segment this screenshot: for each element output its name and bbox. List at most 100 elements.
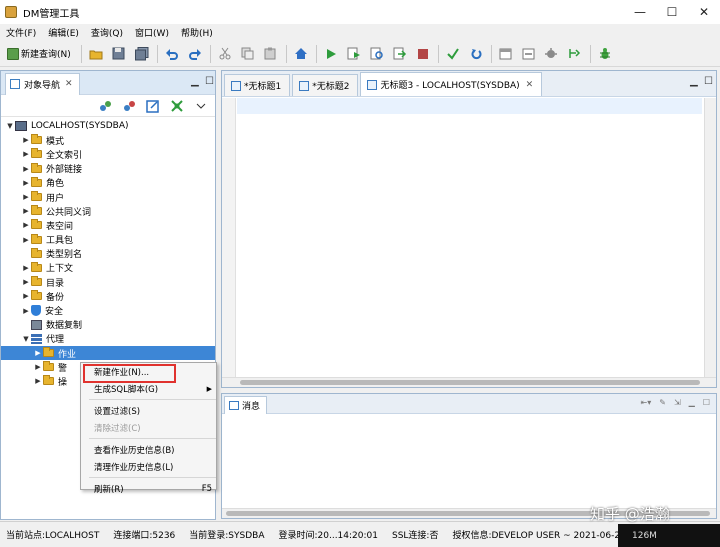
expand-icon[interactable]: ▶ [21, 179, 31, 187]
save-icon[interactable] [110, 45, 128, 63]
minimize-button[interactable]: — [624, 0, 656, 24]
tree-item-label: 角色 [46, 179, 65, 190]
commit-icon[interactable] [444, 45, 462, 63]
rollback-icon[interactable] [467, 45, 485, 63]
tree-item-security[interactable]: ▶ 安全 [1, 303, 215, 317]
tree-item-fulltext-index[interactable]: ▶ 全文索引 [1, 147, 215, 161]
paste-icon[interactable] [262, 45, 280, 63]
save-all-icon[interactable] [133, 45, 151, 63]
tree-item-package[interactable]: ▶ 工具包 [1, 233, 215, 247]
tree-item-external-link[interactable]: ▶ 外部链接 [1, 162, 215, 176]
menu-item-label: 设置过滤(S) [94, 406, 141, 417]
explain-icon[interactable] [368, 45, 386, 63]
collapse-icon[interactable]: ⇲ [674, 398, 681, 407]
expand-icon[interactable]: ▶ [21, 236, 31, 244]
editor-text-area[interactable] [222, 98, 716, 377]
close-button[interactable]: ✕ [688, 0, 720, 24]
format-icon[interactable] [566, 45, 584, 63]
menu-window[interactable]: 窗口(W) [129, 26, 175, 39]
bug-icon[interactable] [596, 45, 614, 63]
tab-messages[interactable]: 消息 [224, 395, 268, 414]
tree-item-schema[interactable]: ▶ 模式 [1, 133, 215, 147]
home-icon[interactable] [292, 45, 310, 63]
calendar-icon[interactable] [497, 45, 515, 63]
expand-icon[interactable]: ▶ [21, 165, 31, 173]
maximize-button[interactable]: ☐ [656, 0, 688, 24]
minimize-panel-icon[interactable]: ▁ [191, 76, 199, 87]
minimize-panel-icon[interactable]: ▁ [690, 76, 698, 87]
close-icon[interactable]: ✕ [526, 80, 534, 90]
connect-icon[interactable] [97, 98, 113, 114]
tab-untitled-1[interactable]: *无标题1 [224, 74, 291, 96]
edit-icon[interactable] [145, 98, 161, 114]
menu-item-set-filter[interactable]: 设置过滤(S) [81, 402, 216, 419]
tree-item-directory[interactable]: ▶ 目录 [1, 275, 215, 289]
editor-horizontal-scrollbar[interactable] [222, 377, 716, 387]
tree-item-job[interactable]: ▶ 作业 [1, 346, 215, 361]
tab-untitled-2[interactable]: *无标题2 [292, 74, 359, 96]
tree-item-type-alias[interactable]: 类型别名 [1, 247, 215, 261]
messages-toolbar: ⇤▾ ✎ ⇲ ▁ ☐ [633, 398, 710, 407]
expand-icon[interactable]: ▶ [21, 150, 31, 158]
expand-icon[interactable]: ▶ [21, 193, 31, 201]
collapse-icon[interactable]: ▼ [21, 335, 31, 343]
close-icon[interactable]: ✕ [65, 79, 73, 89]
cut-icon[interactable] [216, 45, 234, 63]
debug-icon[interactable] [543, 45, 561, 63]
redo-icon[interactable] [186, 45, 204, 63]
tree-item-agent[interactable]: ▼ 代理 [1, 332, 215, 346]
copy-icon[interactable] [239, 45, 257, 63]
tab-untitled-3[interactable]: 无标题3 - LOCALHOST(SYSDBA) ✕ [360, 72, 543, 96]
open-folder-icon[interactable] [87, 45, 105, 63]
scrollbar-thumb[interactable] [240, 380, 700, 385]
tree-item-backup[interactable]: ▶ 备份 [1, 289, 215, 303]
object-navigator-tab[interactable]: 对象导航 ✕ [5, 72, 80, 95]
menu-item-refresh[interactable]: 刷新(R) F5 [81, 480, 216, 497]
editor-vertical-scrollbar[interactable] [704, 98, 716, 377]
stop-icon[interactable] [414, 45, 432, 63]
expand-icon[interactable]: ▶ [21, 264, 31, 272]
tree-item-public-synonym[interactable]: ▶ 公共同义词 [1, 204, 215, 218]
tree-item-user[interactable]: ▶ 用户 [1, 190, 215, 204]
expand-icon[interactable]: ▶ [21, 207, 31, 215]
expand-icon[interactable]: ▶ [33, 363, 43, 371]
menu-item-clear-job-history[interactable]: 清理作业历史信息(L) [81, 458, 216, 475]
maximize-panel-icon[interactable]: ☐ [205, 76, 214, 87]
expand-icon[interactable]: ▶ [21, 307, 31, 315]
new-query-button[interactable]: 新建查询(N) [4, 44, 74, 64]
object-navigator-header: 对象导航 ✕ ▁ ☐ [1, 71, 215, 95]
menu-query[interactable]: 查询(Q) [85, 26, 129, 39]
tree-item-role[interactable]: ▶ 角色 [1, 176, 215, 190]
collapse-icon[interactable]: ▼ [5, 122, 15, 130]
expand-icon[interactable]: ▶ [21, 136, 31, 144]
expand-icon[interactable]: ▶ [21, 292, 31, 300]
minimize-panel-icon[interactable]: ▁ [689, 398, 695, 407]
clear-icon[interactable]: ✎ [659, 398, 666, 407]
memory-indicator[interactable]: 126M [618, 524, 720, 547]
menu-file[interactable]: 文件(F) [0, 26, 42, 39]
expand-icon[interactable]: ▶ [21, 221, 31, 229]
undo-icon[interactable] [163, 45, 181, 63]
run-script-icon[interactable] [345, 45, 363, 63]
expand-icon[interactable]: ▶ [33, 377, 43, 385]
tree-item-data-replication[interactable]: 数据复制 [1, 318, 215, 332]
export-icon[interactable] [391, 45, 409, 63]
view-menu-icon[interactable] [193, 98, 209, 114]
disconnect-icon[interactable] [121, 98, 137, 114]
tree-item-tablespace[interactable]: ▶ 表空间 [1, 218, 215, 232]
expand-icon[interactable]: ▶ [21, 278, 31, 286]
run-icon[interactable] [322, 45, 340, 63]
maximize-panel-icon[interactable]: ☐ [703, 398, 710, 407]
maximize-panel-icon[interactable]: ☐ [704, 76, 713, 87]
view-menu-icon[interactable]: ⇤▾ [641, 398, 652, 407]
tree-item-context[interactable]: ▶ 上下文 [1, 261, 215, 275]
toolbar-separator [209, 44, 211, 63]
tree-root[interactable]: ▼ LOCALHOST(SYSDBA) [1, 119, 215, 133]
schedule-icon[interactable] [520, 45, 538, 63]
messages-title: 消息 [242, 401, 261, 412]
expand-icon[interactable]: ▶ [33, 349, 43, 357]
menu-item-view-job-history[interactable]: 查看作业历史信息(B) [81, 441, 216, 458]
menu-help[interactable]: 帮助(H) [175, 26, 219, 39]
menu-edit[interactable]: 编辑(E) [42, 26, 85, 39]
refresh-icon[interactable] [169, 98, 185, 114]
